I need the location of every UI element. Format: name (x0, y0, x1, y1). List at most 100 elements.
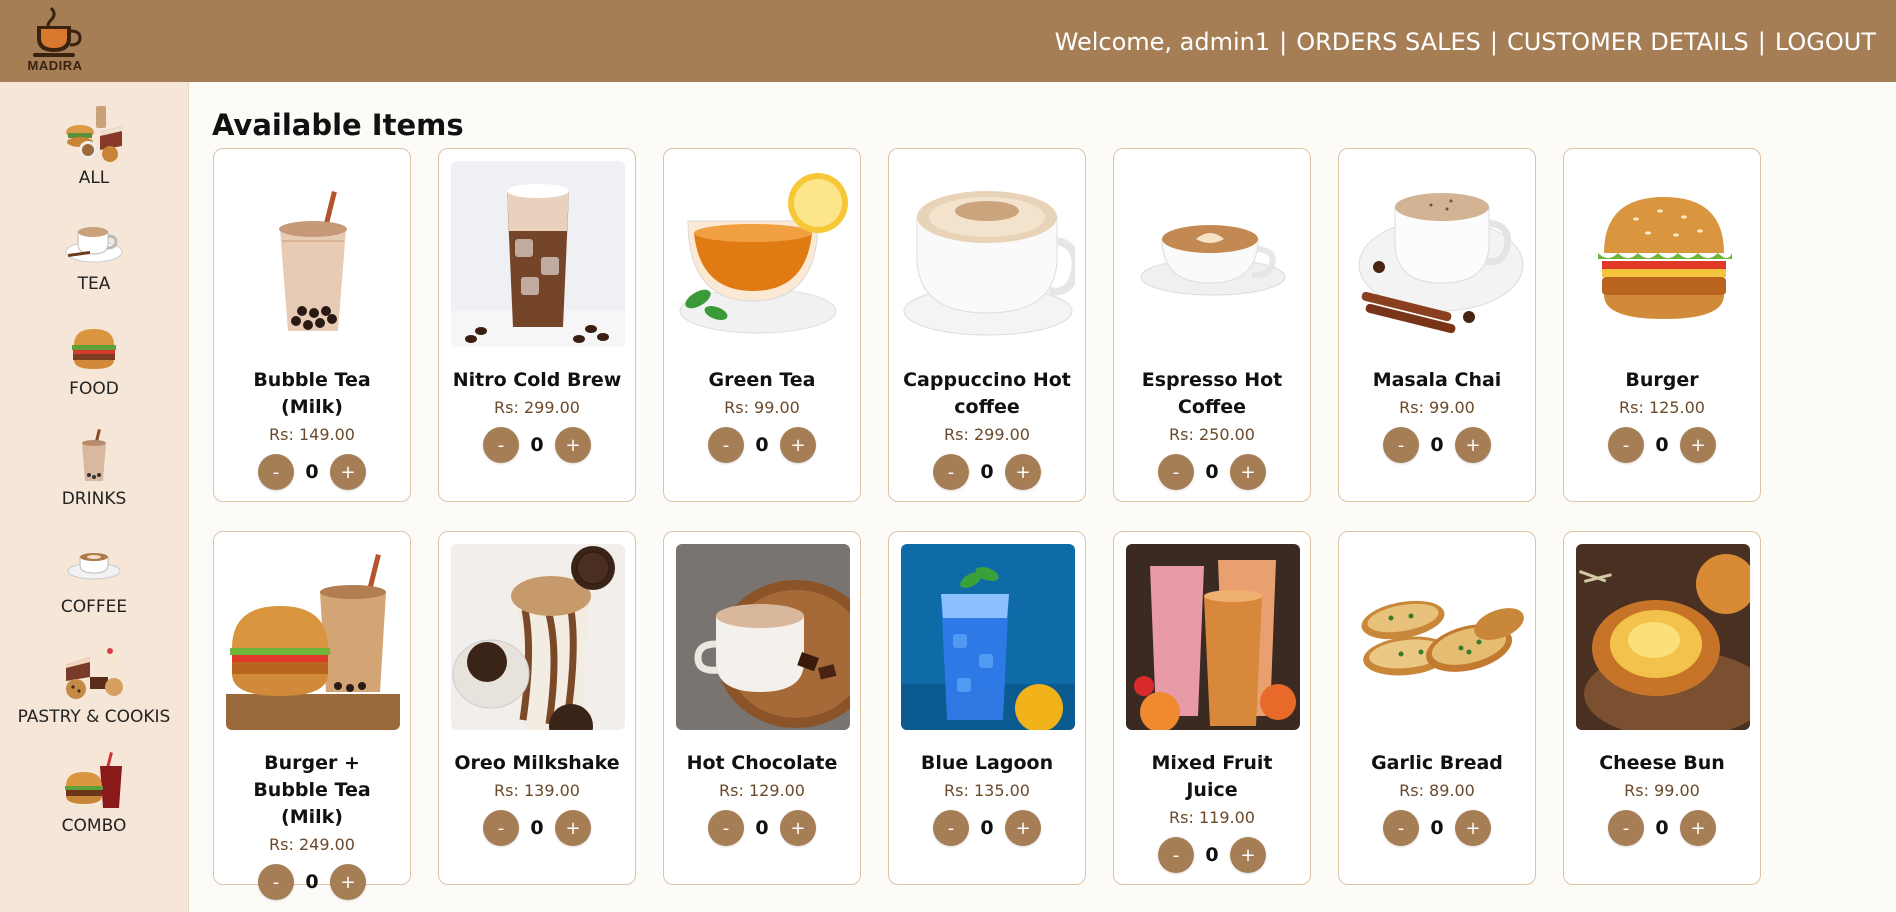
quantity-stepper: - 0 + (1383, 427, 1491, 463)
item-info: Cheese Bun Rs: 99.00 - 0 + (1570, 750, 1754, 846)
nav-separator: | (1279, 28, 1288, 56)
decrease-button[interactable]: - (483, 427, 519, 463)
hot-chocolate-image (676, 544, 850, 730)
increase-button[interactable]: + (1455, 427, 1491, 463)
quantity-stepper: - 0 + (258, 454, 366, 490)
increase-button[interactable]: + (1680, 810, 1716, 846)
burger-icon (72, 329, 116, 369)
quantity-value: 0 (530, 434, 544, 456)
item-info: Nitro Cold Brew Rs: 299.00 - 0 + (445, 367, 629, 463)
quantity-value: 0 (755, 434, 769, 456)
category-combo[interactable]: COMBO (0, 752, 188, 852)
item-card[interactable]: Garlic Bread Rs: 89.00 - 0 + (1338, 531, 1536, 885)
item-card[interactable]: Burger + Bubble Tea (Milk) Rs: 249.00 - … (213, 531, 411, 900)
decrease-button[interactable]: - (1158, 454, 1194, 490)
increase-button[interactable]: + (1005, 454, 1041, 490)
item-name: Hot Chocolate (686, 752, 838, 774)
decrease-button[interactable]: - (1608, 427, 1644, 463)
increase-button[interactable]: + (780, 810, 816, 846)
brand-logo[interactable]: MADIRA (20, 4, 90, 78)
quantity-value: 0 (1205, 461, 1219, 483)
decrease-button[interactable]: - (1158, 837, 1194, 873)
orders-sales-link[interactable]: ORDERS SALES (1296, 28, 1481, 56)
decrease-button[interactable]: - (933, 810, 969, 846)
decrease-button[interactable]: - (1383, 810, 1419, 846)
quantity-value: 0 (1430, 434, 1444, 456)
logout-link[interactable]: LOGOUT (1775, 28, 1876, 56)
decrease-button[interactable]: - (483, 810, 519, 846)
item-card[interactable]: Nitro Cold Brew Rs: 299.00 - 0 + (438, 148, 636, 502)
category-label: DRINKS (61, 489, 127, 509)
item-card[interactable]: Cheese Bun Rs: 99.00 - 0 + (1563, 531, 1761, 885)
category-label: PASTRY & COOKIS (17, 707, 171, 727)
bubble-tea-icon (82, 429, 106, 481)
item-card[interactable]: Masala Chai Rs: 99.00 - 0 + (1338, 148, 1536, 502)
increase-button[interactable]: + (555, 810, 591, 846)
item-price: Rs: 99.00 (1399, 398, 1475, 417)
item-name: Blue Lagoon (920, 752, 1054, 774)
item-card[interactable]: Bubble Tea (Milk) Rs: 149.00 - 0 + (213, 148, 411, 502)
category-coffee[interactable]: COFFEE (0, 535, 188, 635)
quantity-stepper: - 0 + (483, 427, 591, 463)
increase-button[interactable]: + (330, 864, 366, 900)
garlic-bread-image (1351, 544, 1525, 730)
category-food[interactable]: FOOD (0, 319, 188, 419)
decrease-button[interactable]: - (1608, 810, 1644, 846)
quantity-value: 0 (980, 817, 994, 839)
welcome-text: Welcome, admin1 (1054, 28, 1271, 56)
item-price: Rs: 99.00 (1624, 781, 1700, 800)
category-tea[interactable]: TEA (0, 210, 188, 310)
quantity-value: 0 (980, 461, 994, 483)
item-price: Rs: 299.00 (494, 398, 580, 417)
quantity-stepper: - 0 + (1158, 454, 1266, 490)
category-label: COFFEE (60, 597, 128, 617)
item-card[interactable]: Espresso Hot Coffee Rs: 250.00 - 0 + (1113, 148, 1311, 502)
burger-image (1576, 161, 1750, 347)
item-name: Masala Chai (1372, 369, 1502, 391)
item-info: Hot Chocolate Rs: 129.00 - 0 + (670, 750, 854, 846)
item-price: Rs: 250.00 (1169, 425, 1255, 444)
category-pastry[interactable]: PASTRY & COOKIS (0, 643, 188, 743)
customer-details-link[interactable]: CUSTOMER DETAILS (1507, 28, 1749, 56)
decrease-button[interactable]: - (708, 427, 744, 463)
increase-button[interactable]: + (1455, 810, 1491, 846)
category-drinks[interactable]: DRINKS (0, 427, 188, 527)
increase-button[interactable]: + (780, 427, 816, 463)
increase-button[interactable]: + (330, 454, 366, 490)
decrease-button[interactable]: - (708, 810, 744, 846)
item-card[interactable]: Hot Chocolate Rs: 129.00 - 0 + (663, 531, 861, 885)
item-card[interactable]: Green Tea Rs: 99.00 - 0 + (663, 148, 861, 502)
item-info: Burger Rs: 125.00 - 0 + (1570, 367, 1754, 463)
coffee-cup-logo-icon (33, 6, 82, 57)
item-info: Bubble Tea (Milk) Rs: 149.00 - 0 + (220, 367, 404, 490)
item-card[interactable]: Mixed Fruit Juice Rs: 119.00 - 0 + (1113, 531, 1311, 885)
increase-button[interactable]: + (555, 427, 591, 463)
category-label: COMBO (61, 816, 127, 836)
fruit-juice-image (1126, 544, 1300, 730)
increase-button[interactable]: + (1230, 837, 1266, 873)
item-card[interactable]: Cappuccino Hot coffee Rs: 299.00 - 0 + (888, 148, 1086, 502)
bubble-tea-image (226, 161, 400, 347)
espresso-image (1126, 161, 1300, 347)
tea-cup-icon (65, 227, 123, 263)
decrease-button[interactable]: - (933, 454, 969, 490)
quantity-stepper: - 0 + (483, 810, 591, 846)
item-name: Espresso Hot Coffee (1141, 369, 1283, 418)
item-name: Oreo Milkshake (454, 752, 620, 774)
item-card[interactable]: Oreo Milkshake Rs: 139.00 - 0 + (438, 531, 636, 885)
nav-separator: | (1489, 28, 1498, 56)
item-card[interactable]: Burger Rs: 125.00 - 0 + (1563, 148, 1761, 502)
decrease-button[interactable]: - (258, 864, 294, 900)
increase-button[interactable]: + (1005, 810, 1041, 846)
item-info: Masala Chai Rs: 99.00 - 0 + (1345, 367, 1529, 463)
category-all[interactable]: ALL (0, 102, 188, 202)
category-label: ALL (78, 168, 110, 188)
quantity-stepper: - 0 + (1608, 427, 1716, 463)
decrease-button[interactable]: - (258, 454, 294, 490)
quantity-value: 0 (1655, 817, 1669, 839)
increase-button[interactable]: + (1680, 427, 1716, 463)
increase-button[interactable]: + (1230, 454, 1266, 490)
decrease-button[interactable]: - (1383, 427, 1419, 463)
item-price: Rs: 135.00 (944, 781, 1030, 800)
item-card[interactable]: Blue Lagoon Rs: 135.00 - 0 + (888, 531, 1086, 885)
